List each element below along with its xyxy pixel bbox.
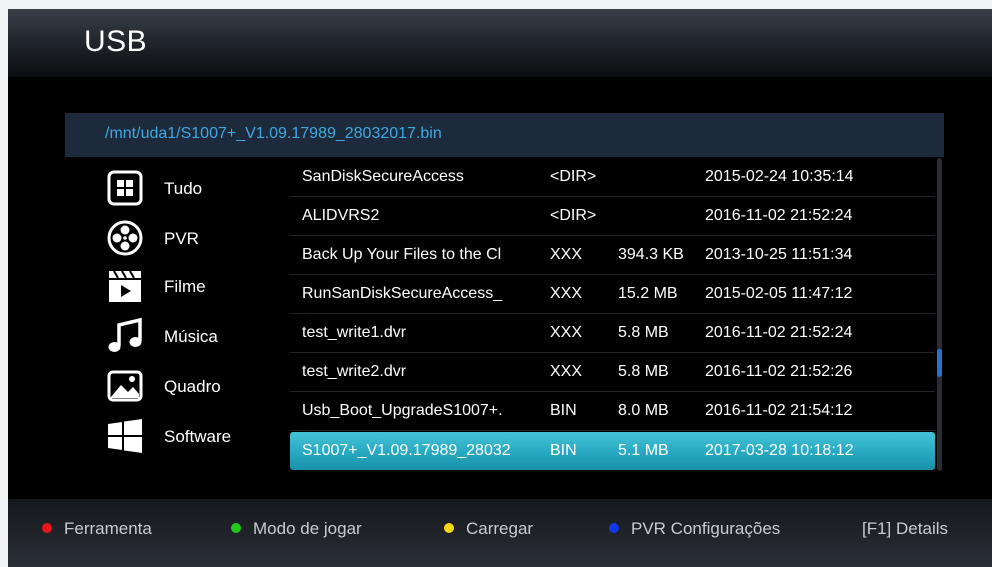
grid-icon	[107, 170, 143, 206]
file-name: RunSanDiskSecureAccess_	[302, 285, 503, 302]
file-date: 2016-11-02 21:52:24	[705, 324, 853, 341]
category-item-musica[interactable]: Música	[106, 317, 276, 357]
category-label: PVR	[164, 229, 199, 248]
category-label: Música	[164, 327, 218, 346]
hint-label: PVR Configurações	[631, 519, 781, 538]
hint-label: Carregar	[466, 519, 534, 538]
file-date: 2016-11-02 21:54:12	[705, 402, 853, 419]
tv-screen: USB /mnt/uda1/S1007+_V1.09.17989_2803201…	[8, 9, 992, 567]
footer-hint-bar: Ferramenta Modo de jogar Carregar PVR Co…	[8, 499, 992, 567]
hint-green-modo-de-jogar[interactable]: Modo de jogar	[231, 519, 362, 539]
file-name: S1007+_V1.09.17989_28032	[302, 442, 511, 459]
file-row[interactable]: SanDiskSecureAccess <DIR> 2015-02-24 10:…	[290, 158, 935, 197]
file-row[interactable]: ALIDVRS2 <DIR> 2016-11-02 21:52:24	[290, 197, 935, 236]
file-type: XXX	[550, 324, 583, 341]
category-item-quadro[interactable]: Quadro	[106, 367, 276, 407]
file-row-selected[interactable]: S1007+_V1.09.17989_28032 BIN 5.1 MB 2017…	[290, 432, 935, 470]
file-size: 394.3 KB	[618, 246, 684, 263]
category-item-tudo[interactable]: Tudo	[106, 169, 276, 209]
category-label: Quadro	[164, 377, 221, 396]
category-item-filme[interactable]: Filme	[106, 267, 276, 307]
file-type: BIN	[550, 402, 577, 419]
red-button-icon	[42, 523, 52, 533]
category-label: Filme	[164, 277, 206, 296]
file-name: ALIDVRS2	[302, 207, 380, 224]
blue-button-icon	[609, 523, 619, 533]
file-date: 2016-11-02 21:52:24	[705, 207, 853, 224]
hint-yellow-carregar[interactable]: Carregar	[444, 519, 533, 539]
hint-blue-pvr-configuracoes[interactable]: PVR Configurações	[609, 519, 780, 539]
category-label: Software	[164, 427, 232, 446]
file-date: 2017-03-28 10:18:12	[705, 442, 854, 459]
file-type: BIN	[550, 442, 577, 459]
page-title: USB	[84, 25, 148, 58]
file-type: XXX	[550, 285, 583, 302]
category-item-pvr[interactable]: PVR	[106, 219, 276, 259]
file-size: 5.1 MB	[618, 442, 669, 459]
file-date: 2015-02-24 10:35:14	[705, 168, 854, 185]
windows-icon	[108, 419, 142, 453]
music-note-icon	[108, 317, 142, 352]
file-size: 5.8 MB	[618, 363, 669, 380]
scrollbar-thumb[interactable]	[937, 349, 942, 377]
file-size: 8.0 MB	[618, 402, 669, 419]
category-label: Tudo	[164, 179, 203, 198]
scrollbar[interactable]	[937, 158, 942, 471]
file-date: 2015-02-05 11:47:12	[705, 285, 853, 302]
file-name: test_write2.dvr	[302, 363, 407, 380]
file-type: <DIR>	[550, 207, 597, 224]
path-bar: /mnt/uda1/S1007+_V1.09.17989_28032017.bi…	[65, 113, 944, 157]
file-type: XXX	[550, 363, 583, 380]
category-item-software[interactable]: Software	[106, 417, 276, 457]
hint-red-ferramenta[interactable]: Ferramenta	[42, 519, 152, 539]
hint-label: Ferramenta	[64, 519, 152, 538]
f1-key-label: [F1]	[862, 519, 892, 538]
file-row[interactable]: test_write1.dvr XXX 5.8 MB 2016-11-02 21…	[290, 314, 935, 353]
file-size: 15.2 MB	[618, 285, 678, 302]
green-button-icon	[231, 523, 241, 533]
file-type: <DIR>	[550, 168, 597, 185]
file-row[interactable]: Usb_Boot_UpgradeS1007+. BIN 8.0 MB 2016-…	[290, 392, 935, 431]
file-name: SanDiskSecureAccess	[302, 168, 464, 185]
film-reel-icon	[107, 220, 143, 256]
hint-label: Details	[896, 519, 948, 538]
hint-label: Modo de jogar	[253, 519, 362, 538]
file-name: Back Up Your Files to the Cl	[302, 246, 502, 263]
file-list: SanDiskSecureAccess <DIR> 2015-02-24 10:…	[290, 158, 935, 471]
file-type: XXX	[550, 246, 583, 263]
file-date: 2013-10-25 11:51:34	[705, 246, 853, 263]
yellow-button-icon	[444, 523, 454, 533]
file-date: 2016-11-02 21:52:26	[705, 363, 853, 380]
file-row[interactable]: test_write2.dvr XXX 5.8 MB 2016-11-02 21…	[290, 353, 935, 392]
file-name: Usb_Boot_UpgradeS1007+.	[302, 402, 503, 419]
current-path: /mnt/uda1/S1007+_V1.09.17989_28032017.bi…	[105, 125, 442, 142]
hint-f1-details[interactable]: [F1] Details	[862, 519, 948, 539]
picture-icon	[107, 370, 143, 402]
title-bar: USB	[8, 9, 992, 77]
file-row[interactable]: RunSanDiskSecureAccess_ XXX 15.2 MB 2015…	[290, 275, 935, 314]
clapperboard-icon	[109, 270, 141, 302]
file-name: test_write1.dvr	[302, 324, 407, 341]
file-row[interactable]: Back Up Your Files to the Cl XXX 394.3 K…	[290, 236, 935, 275]
file-size: 5.8 MB	[618, 324, 669, 341]
